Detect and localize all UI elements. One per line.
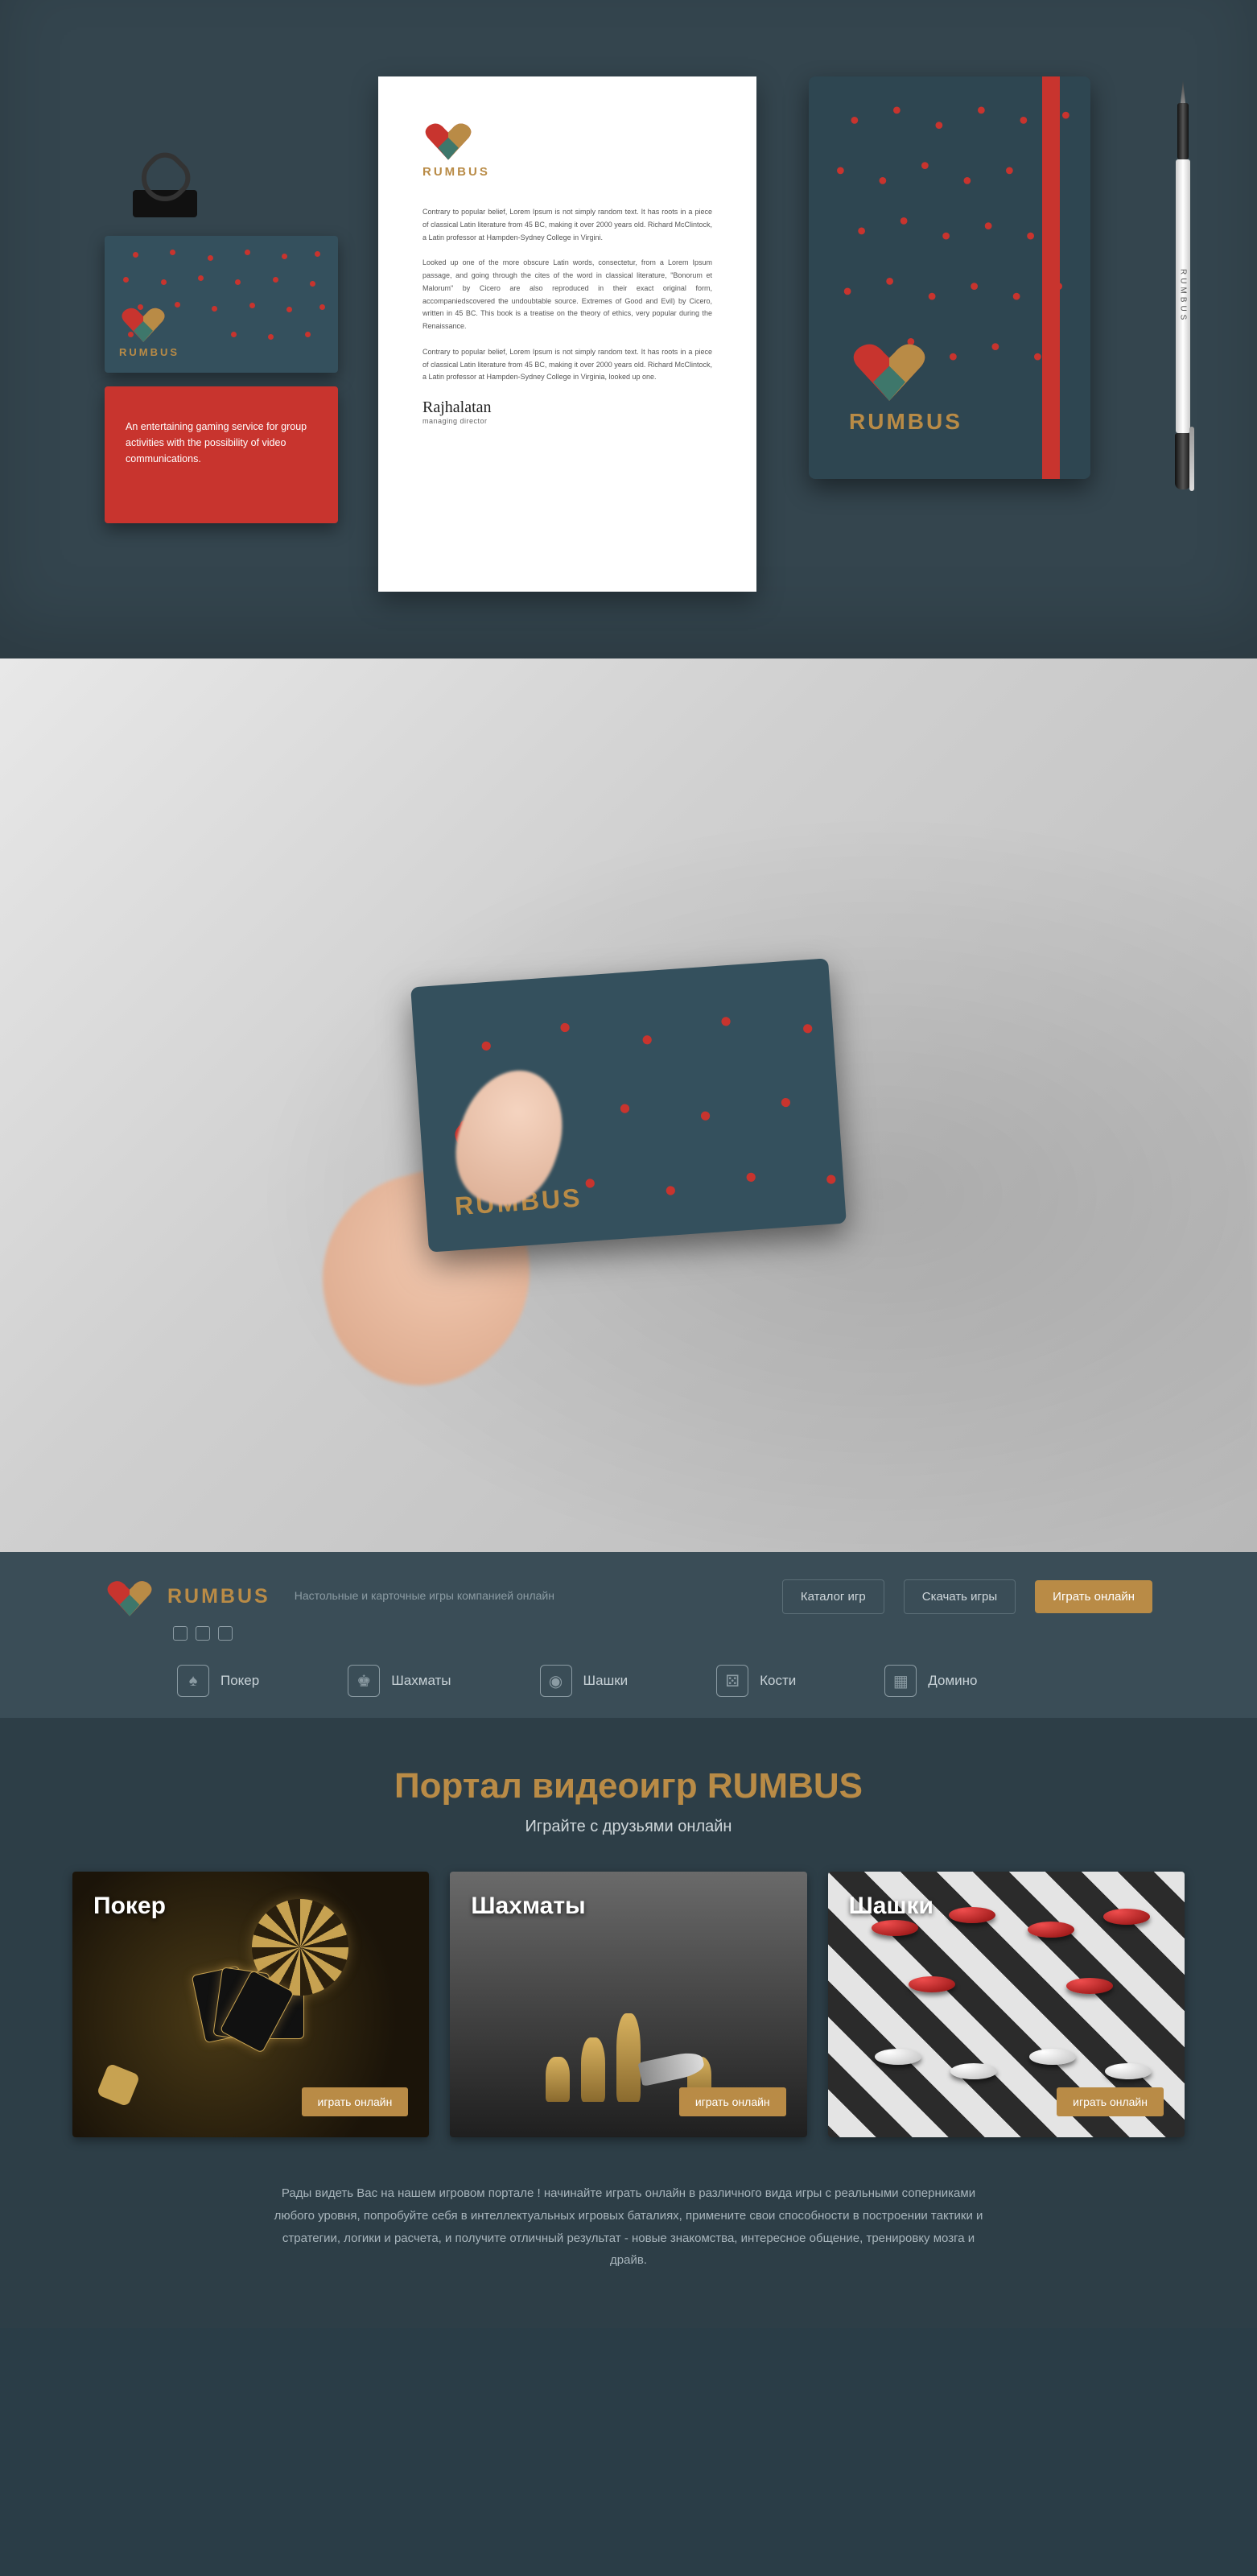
logo: RUMBUS bbox=[849, 333, 962, 435]
nav-chess[interactable]: ♚Шахматы bbox=[348, 1665, 451, 1697]
website-mock: RUMBUS Настольные и карточные игры компа… bbox=[0, 1552, 1257, 2328]
game-card-chess[interactable]: Шахматы играть онлайн bbox=[450, 1872, 806, 2137]
business-card-back: An entertaining gaming service for group… bbox=[105, 386, 338, 523]
logo: RUMBUS bbox=[422, 117, 490, 179]
play-button[interactable]: играть онлайн bbox=[679, 2087, 786, 2116]
signature-title: managing director bbox=[422, 417, 712, 425]
pen-brand: RUMBUS bbox=[1179, 269, 1188, 323]
play-online-button[interactable]: Играть онлайн bbox=[1035, 1580, 1152, 1613]
domino-icon: ▦ bbox=[884, 1665, 917, 1697]
nav-poker[interactable]: ♠Покер bbox=[177, 1665, 259, 1697]
letterhead: RUMBUS Contrary to popular belief, Lorem… bbox=[378, 76, 756, 592]
facebook-icon[interactable] bbox=[173, 1626, 188, 1641]
notebook: RUMBUS bbox=[809, 76, 1090, 479]
notebook-strap bbox=[1042, 76, 1060, 479]
nav-dice[interactable]: ⚄Кости bbox=[716, 1665, 796, 1697]
site-header: RUMBUS Настольные и карточные игры компа… bbox=[0, 1552, 1257, 1718]
game-card-poker[interactable]: Покер играть онлайн bbox=[72, 1872, 429, 2137]
nav-domino[interactable]: ▦Домино bbox=[884, 1665, 977, 1697]
welcome-text: Рады видеть Вас на нашем игровом портале… bbox=[234, 2182, 1023, 2272]
game-title: Шашки bbox=[849, 1893, 1164, 1920]
stationery-mockup: RUMBUS An entertaining gaming service fo… bbox=[0, 0, 1257, 658]
game-nav: ♠Покер ♚Шахматы ◉Шашки ⚄Кости ▦Домино bbox=[177, 1641, 1152, 1718]
dice-icon: ⚄ bbox=[716, 1665, 748, 1697]
play-button[interactable]: играть онлайн bbox=[302, 2087, 409, 2116]
logo: RUMBUS bbox=[119, 302, 179, 358]
letter-paragraph: Contrary to popular belief, Lorem Ipsum … bbox=[422, 346, 712, 384]
hero: Портал видеоигр RUMBUS Играйте с друзьям… bbox=[0, 1718, 1257, 1872]
hero-subtitle: Играйте с друзьями онлайн bbox=[0, 1818, 1257, 1836]
signature-name: Rajhalatan bbox=[422, 398, 712, 417]
game-grid: Покер играть онлайн Шахматы играть онлай… bbox=[0, 1872, 1257, 2137]
hero-title: Портал видеоигр RUMBUS bbox=[0, 1766, 1257, 1806]
play-button[interactable]: играть онлайн bbox=[1057, 2087, 1164, 2116]
letter-paragraph: Looked up one of the more obscure Latin … bbox=[422, 257, 712, 333]
download-button[interactable]: Скачать игры bbox=[904, 1579, 1016, 1614]
checkers-icon: ◉ bbox=[540, 1665, 572, 1697]
letter-paragraph: Contrary to popular belief, Lorem Ipsum … bbox=[422, 206, 712, 244]
business-card-front: RUMBUS bbox=[105, 236, 338, 373]
cards-icon: ♠ bbox=[177, 1665, 209, 1697]
chess-icon: ♚ bbox=[348, 1665, 380, 1697]
card-back-text: An entertaining gaming service for group… bbox=[126, 419, 317, 467]
catalog-button[interactable]: Каталог игр bbox=[782, 1579, 884, 1614]
pen: RUMBUS bbox=[1173, 80, 1193, 499]
brand-name: RUMBUS bbox=[422, 165, 490, 179]
game-title: Покер bbox=[93, 1893, 408, 1920]
brand-name: RUMBUS bbox=[167, 1585, 270, 1608]
binder-clip bbox=[133, 155, 197, 231]
game-card-checkers[interactable]: Шашки играть онлайн bbox=[828, 1872, 1185, 2137]
brand-name: RUMBUS bbox=[119, 346, 179, 358]
vk-icon[interactable] bbox=[196, 1626, 210, 1641]
brand-block: RUMBUS Настольные и карточные игры компа… bbox=[105, 1575, 763, 1618]
nav-checkers[interactable]: ◉Шашки bbox=[540, 1665, 628, 1697]
instagram-icon[interactable] bbox=[218, 1626, 233, 1641]
hand-card-photo: RUMBUS bbox=[0, 658, 1257, 1552]
tagline: Настольные и карточные игры компанией он… bbox=[295, 1588, 554, 1604]
social-icons bbox=[173, 1626, 1152, 1641]
logo bbox=[105, 1575, 155, 1618]
signature-block: Rajhalatan managing director bbox=[422, 398, 712, 425]
brand-name: RUMBUS bbox=[849, 409, 962, 435]
game-title: Шахматы bbox=[471, 1893, 785, 1920]
